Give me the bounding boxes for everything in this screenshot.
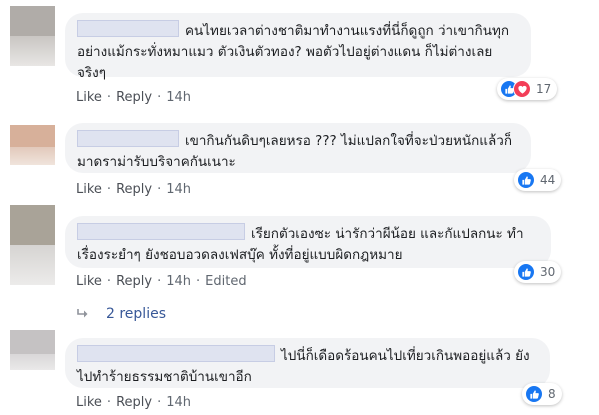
separator-dot: · [196, 274, 201, 289]
avatar[interactable] [10, 6, 55, 66]
like-button[interactable]: Like [76, 182, 102, 197]
timestamp[interactable]: 14h [166, 395, 191, 410]
separator-dot: · [106, 395, 112, 410]
redacted-author-name[interactable] [77, 130, 179, 147]
separator-dot: · [106, 90, 112, 105]
separator-dot: · [157, 90, 162, 105]
reply-button[interactable]: Reply [116, 182, 152, 197]
comment-bubble: คนไทยเวลาต่างชาติมาทำงานแรงที่นี่ก็ดูถูก… [65, 13, 531, 81]
like-icon [525, 385, 543, 403]
love-icon [513, 80, 531, 98]
comment-bubble: เรียกตัวเองซะ น่ารักว่าผีน้อย และกัแปลกน… [65, 216, 551, 268]
like-button[interactable]: Like [76, 90, 102, 105]
reactions-summary[interactable]: 30 [514, 261, 562, 283]
separator-dot: · [157, 274, 162, 289]
view-replies-link[interactable]: 2 replies [76, 306, 166, 322]
avatar[interactable] [10, 205, 55, 285]
edited-label[interactable]: Edited [205, 274, 246, 289]
reply-arrow-icon [77, 309, 88, 318]
timestamp[interactable]: 14h [166, 274, 191, 289]
separator-dot: · [157, 395, 162, 410]
replies-count-label: 2 replies [106, 306, 166, 322]
reply-button[interactable]: Reply [116, 90, 152, 105]
comment-bubble: ไปนี่ก็เดือดร้อนคนไปเที่ยวเกินพออยู่แล้ว… [65, 338, 550, 388]
comment-bubble: เขากินกันดิบๆเลยหรอ ??? ไม่แปลกใจที่จะป่… [65, 123, 531, 173]
redacted-author-name[interactable] [77, 20, 179, 37]
reply-button[interactable]: Reply [116, 274, 152, 289]
like-button[interactable]: Like [76, 395, 102, 410]
separator-dot: · [106, 274, 112, 289]
comment-actions: Like · Reply · 14h [76, 182, 191, 197]
comment-actions: Like · Reply · 14h · Edited [76, 274, 247, 289]
like-icon [517, 171, 535, 189]
avatar[interactable] [10, 330, 55, 370]
reaction-count: 44 [540, 173, 556, 187]
reaction-count: 17 [536, 82, 552, 96]
reaction-count: 8 [548, 387, 556, 401]
separator-dot: · [157, 182, 162, 197]
reactions-summary[interactable]: 44 [514, 169, 562, 191]
like-icon [517, 263, 535, 281]
like-button[interactable]: Like [76, 274, 102, 289]
redacted-author-name[interactable] [77, 345, 275, 362]
reactions-summary[interactable]: 8 [522, 383, 562, 405]
reply-button[interactable]: Reply [116, 395, 152, 410]
redacted-author-name[interactable] [77, 223, 245, 240]
timestamp[interactable]: 14h [166, 182, 191, 197]
separator-dot: · [106, 182, 112, 197]
avatar[interactable] [10, 125, 55, 165]
reaction-count: 30 [540, 265, 556, 279]
reactions-summary[interactable]: 17 [497, 78, 558, 100]
comment-actions: Like · Reply · 14h [76, 395, 191, 410]
timestamp[interactable]: 14h [166, 90, 191, 105]
comment-actions: Like · Reply · 14h [76, 90, 191, 105]
